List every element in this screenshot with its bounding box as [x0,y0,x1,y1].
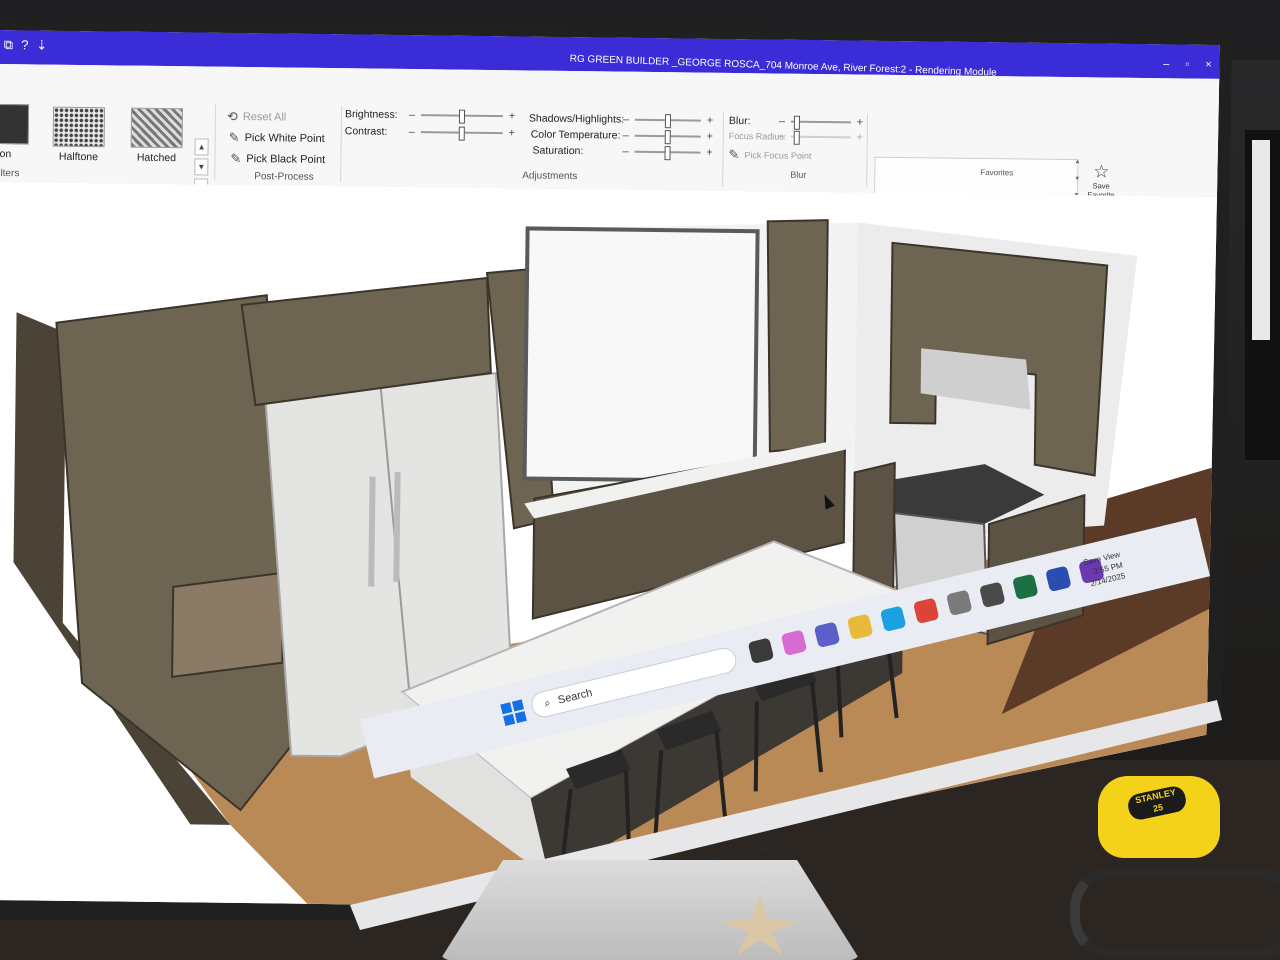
phone-cord [1070,868,1280,958]
focus-radius-slider[interactable]: – + [777,130,865,143]
app-icon[interactable]: ⧉ [4,37,13,53]
window [525,228,758,481]
contrast-slider[interactable]: – + [407,126,517,139]
filters-group-label: ilters [0,167,20,180]
increase-icon[interactable]: + [507,110,517,122]
shadows-row: Shadows/Highlights: – + [529,112,715,126]
decrease-icon[interactable]: – [620,146,630,158]
separator [214,105,216,181]
blur-label: Blur: [728,114,751,128]
slider-thumb[interactable] [459,127,465,141]
narrow-cabinet [765,219,828,452]
search-placeholder: Search [556,686,594,707]
filter-moon[interactable]: oon [0,104,31,161]
slider-thumb[interactable] [665,130,671,144]
brightness-row: Brightness: – + [345,108,517,122]
filter-moon-label: oon [0,147,12,161]
close-button[interactable]: × [1205,59,1212,71]
increase-icon[interactable]: + [855,131,865,143]
favorites-group-label: Favorites [980,167,1014,178]
increase-icon[interactable]: + [705,131,715,143]
pick-focus-point-button[interactable]: ✎ Pick Focus Point [728,147,811,164]
moon-filter-icon [0,104,29,145]
favorites-scroll[interactable]: ▲ ▼ ⏷ [1074,159,1082,199]
quick-access-toolbar: ⧉ ? ⇣ [4,37,48,54]
save-favorite-button[interactable]: ☆ Save Favorite [1084,161,1118,199]
blur-row: Blur: – + [729,115,865,129]
customize-icon[interactable]: ⇣ [36,37,47,53]
decrease-icon[interactable]: – [777,130,787,142]
filter-hatched[interactable]: Hatched [128,108,185,165]
decrease-icon[interactable]: – [621,130,631,142]
decrease-icon[interactable]: – [621,114,631,126]
saturation-slider[interactable]: – + [620,146,714,159]
ribbon: oon Halftone Hatched ▲ ▼ ⏷ ilters ⟲ Rese… [0,64,1219,198]
reset-icon: ⟲ [226,108,238,124]
pick-white-label: Pick White Point [244,131,325,145]
increase-icon[interactable]: + [705,115,715,127]
blur-slider[interactable]: – + [777,115,865,128]
decrease-icon[interactable]: – [407,126,417,138]
filter-hatched-label: Hatched [136,151,177,165]
binder-label [1252,140,1270,340]
eyedropper-icon: ✎ [228,129,240,145]
slider-thumb[interactable] [664,146,670,160]
shadows-slider[interactable]: – + [621,114,715,127]
decrease-icon[interactable]: – [777,115,787,127]
scroll-up-icon[interactable]: ▲ [1074,159,1082,165]
decrease-icon[interactable]: – [407,109,417,121]
blur-group-label: Blur [790,169,807,180]
hatched-filter-icon [131,108,183,149]
pick-black-label: Pick Black Point [246,153,326,166]
separator [722,113,724,187]
brightness-label: Brightness: [344,108,398,121]
increase-icon[interactable]: + [507,127,517,139]
saturation-label: Saturation: [532,144,584,158]
microwave [172,573,283,677]
pick-black-point-button[interactable]: ✎ Pick Black Point [230,151,325,168]
slider-thumb[interactable] [794,116,800,130]
separator [866,115,868,187]
scroll-down-icon[interactable]: ▼ [1074,176,1082,182]
reset-all-label: Reset All [242,110,287,124]
star-icon: ☆ [1093,161,1110,182]
monitor-stand [440,860,860,960]
scroll-down-icon[interactable]: ▼ [194,158,208,175]
maximize-button[interactable]: ▫ [1185,58,1189,70]
slider-thumb[interactable] [793,131,799,145]
focus-radius-label: Focus Radius: [728,130,787,142]
eyedropper-icon: ✎ [230,150,242,166]
separator [340,106,342,182]
post-process-group-label: Post-Process [254,171,314,183]
search-icon: ⌕ [542,696,552,710]
color-temperature-label: Color Temperature: [530,128,621,142]
scroll-up-icon[interactable]: ▲ [194,138,208,155]
minimize-button[interactable]: – [1163,58,1169,70]
adjustments-group-label: Adjustments [522,170,578,183]
color-temperature-slider[interactable]: – + [621,130,715,143]
help-icon[interactable]: ? [21,37,28,53]
color-temperature-row: Color Temperature: – + [531,128,715,142]
brightness-slider[interactable]: – + [407,109,517,122]
saturation-row: Saturation: – + [532,145,714,159]
filter-halftone-label: Halftone [58,150,99,164]
slider-thumb[interactable] [459,110,465,124]
window-controls: – ▫ × [1163,58,1212,71]
reset-all-button[interactable]: ⟲ Reset All [227,109,287,126]
pick-focus-label: Pick Focus Point [744,150,812,161]
eyedropper-icon: ✎ [728,146,740,163]
increase-icon[interactable]: + [855,116,865,128]
focus-radius-row: Focus Radius: – + [729,130,865,144]
contrast-label: Contrast: [344,125,388,138]
halftone-filter-icon [53,107,105,148]
increase-icon[interactable]: + [704,147,714,159]
shadows-label: Shadows/Highlights: [528,112,625,126]
filter-halftone[interactable]: Halftone [50,107,107,164]
slider-thumb[interactable] [665,114,671,128]
pick-white-point-button[interactable]: ✎ Pick White Point [229,130,325,147]
contrast-row: Contrast: – + [345,125,517,139]
